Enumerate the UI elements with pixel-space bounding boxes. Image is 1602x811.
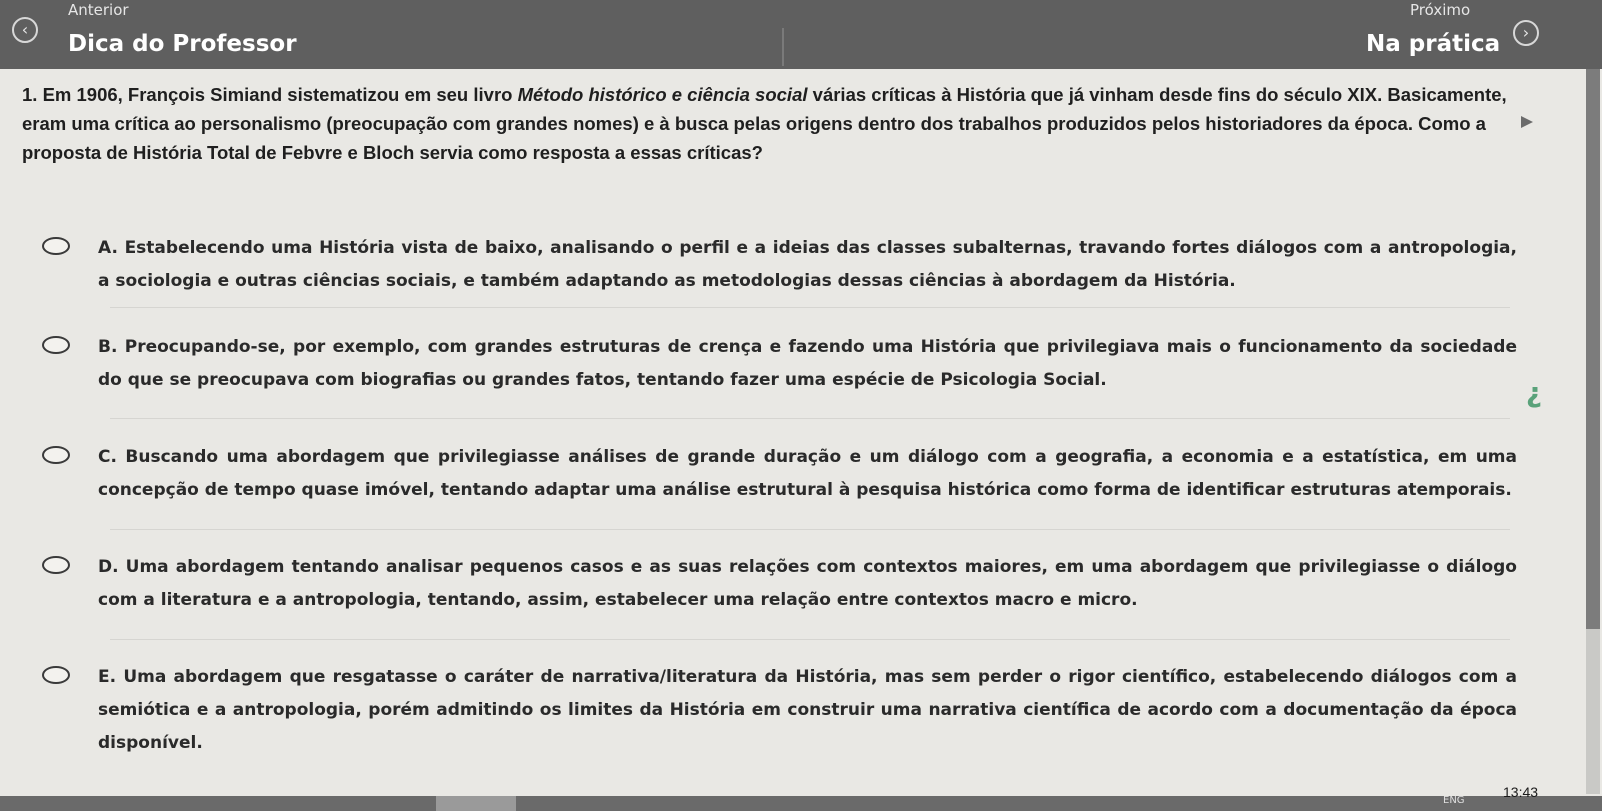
question-intro: 1. Em 1906, François Simiand sistematizo… [22, 84, 518, 105]
option-separator [110, 307, 1510, 308]
option-text-d: D. Uma abordagem tentando analisar peque… [98, 557, 1517, 610]
taskbar [0, 796, 1602, 811]
book-title: Método histórico e ciência social [517, 84, 808, 105]
option-text-b: B. Preocupando-se, por exemplo, com gran… [98, 337, 1517, 390]
option-text-e: E. Uma abordagem que resgatasse o caráte… [98, 667, 1517, 753]
chevron-right-icon[interactable]: › [1513, 20, 1539, 46]
previous-lesson-link[interactable]: Dica do Professor [68, 31, 297, 57]
taskbar-active-app[interactable] [436, 796, 516, 811]
language-indicator[interactable]: ENG [1443, 795, 1465, 806]
pointer-icon [1521, 116, 1533, 128]
radio-button-b[interactable] [42, 336, 70, 354]
accessibility-help-icon[interactable]: ¿ [1519, 378, 1549, 408]
answer-option-c[interactable]: C. Buscando uma abordagem que privilegia… [42, 441, 1517, 507]
scrollbar-track[interactable] [1586, 629, 1600, 794]
clock[interactable]: 13:43 [1503, 784, 1538, 800]
answer-option-d[interactable]: D. Uma abordagem tentando analisar peque… [42, 551, 1517, 617]
answer-option-b[interactable]: B. Preocupando-se, por exemplo, com gran… [42, 331, 1517, 397]
question-text: 1. Em 1906, François Simiand sistematizo… [22, 80, 1512, 167]
radio-button-a[interactable] [42, 237, 70, 255]
answer-option-e[interactable]: E. Uma abordagem que resgatasse o caráte… [42, 661, 1517, 760]
radio-button-c[interactable] [42, 446, 70, 464]
radio-button-e[interactable] [42, 666, 70, 684]
nav-divider [782, 28, 784, 66]
option-separator [110, 529, 1510, 530]
radio-button-d[interactable] [42, 556, 70, 574]
answer-option-a[interactable]: A. Estabelecendo uma História vista de b… [42, 232, 1517, 298]
option-separator [110, 418, 1510, 419]
next-label[interactable]: Próximo [1410, 1, 1470, 19]
scrollbar-thumb[interactable] [1586, 69, 1600, 629]
top-navigation-bar: ‹ Anterior Dica do Professor Próximo Na … [0, 0, 1602, 69]
option-text-a: A. Estabelecendo uma História vista de b… [98, 238, 1517, 291]
chevron-left-icon[interactable]: ‹ [12, 17, 38, 43]
option-text-c: C. Buscando uma abordagem que privilegia… [98, 447, 1517, 500]
next-lesson-link[interactable]: Na prática [1366, 31, 1500, 57]
previous-label[interactable]: Anterior [68, 1, 129, 19]
option-separator [110, 639, 1510, 640]
